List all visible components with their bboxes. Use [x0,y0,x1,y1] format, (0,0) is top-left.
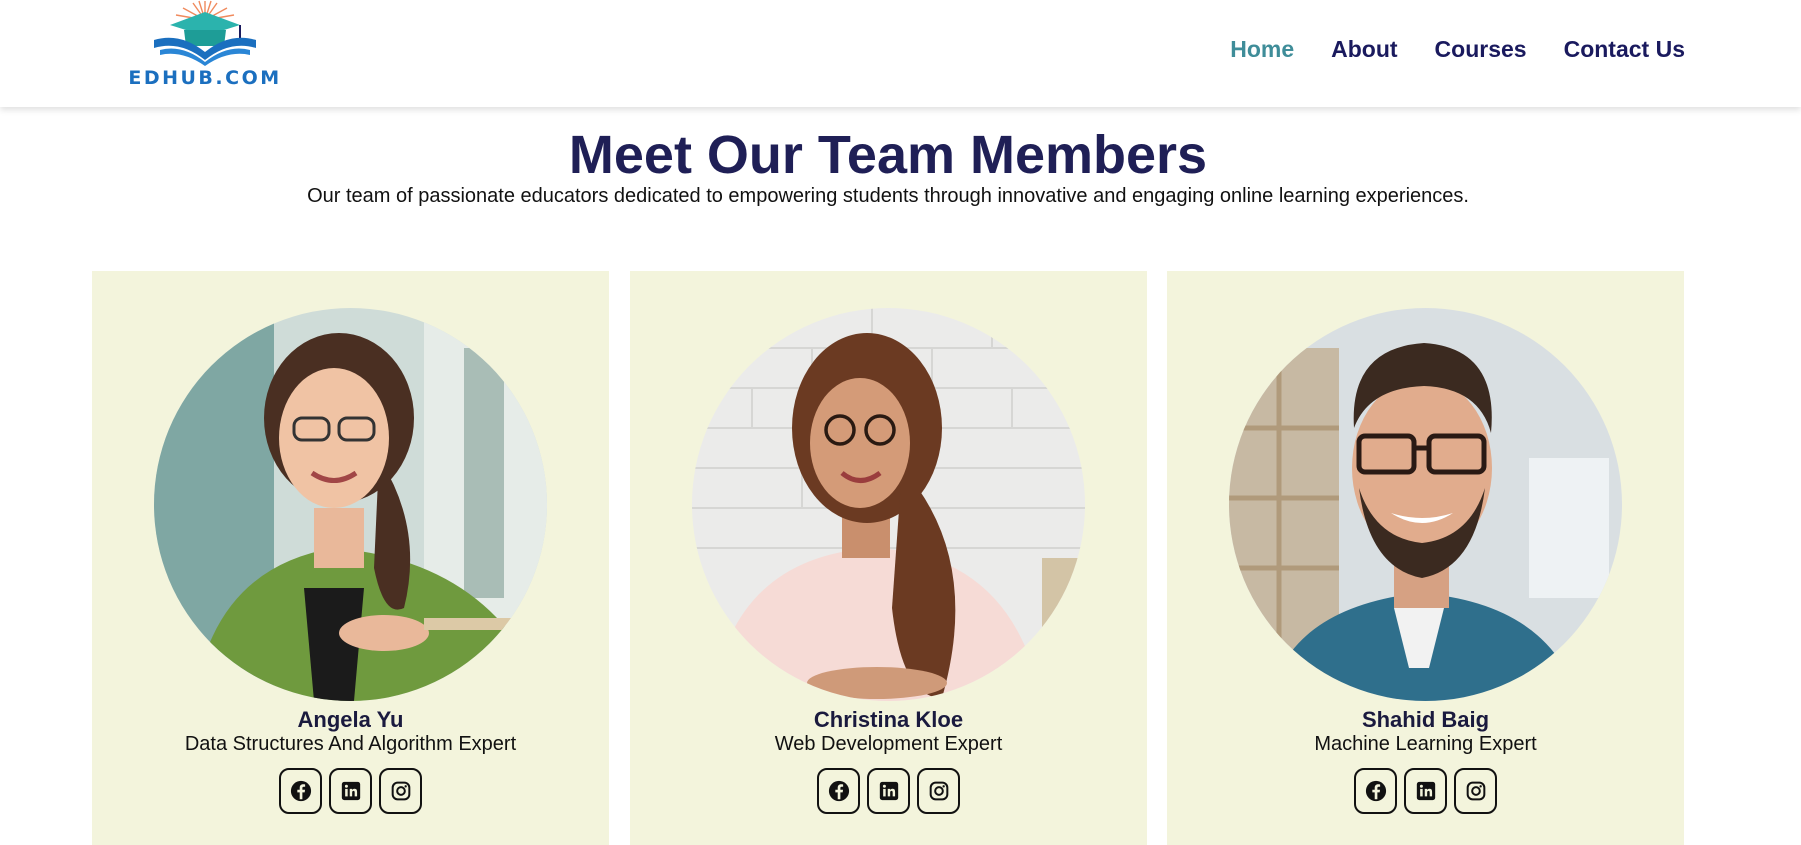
facebook-icon [828,780,849,802]
linkedin-icon [879,781,898,801]
member-photo [692,308,1085,701]
instagram-link[interactable] [379,768,422,814]
nav-courses[interactable]: Courses [1435,36,1527,63]
instagram-link[interactable] [917,768,960,814]
facebook-link[interactable] [1354,768,1397,814]
team-card-christina-kloe: Christina Kloe Web Development Expert [630,271,1147,845]
member-name: Angela Yu [297,707,404,732]
member-name: Christina Kloe [813,707,964,732]
facebook-icon [290,780,311,802]
linkedin-icon [341,781,360,801]
instagram-link[interactable] [1454,768,1497,814]
linkedin-link[interactable] [867,768,910,814]
navbar: EDHUB.COM Home About Courses Contact Us [0,0,1801,107]
team-card-shahid-baig: Shahid Baig Machine Learning Expert [1167,271,1684,845]
social-links [1167,768,1684,814]
main-nav: Home About Courses Contact Us [1230,36,1685,63]
facebook-icon [1365,780,1386,802]
linkedin-icon [1416,781,1435,801]
facebook-link[interactable] [279,768,322,814]
site-logo[interactable]: EDHUB.COM [124,0,286,92]
member-role: Web Development Expert [774,733,1003,755]
nav-contact-us[interactable]: Contact Us [1564,36,1685,63]
linkedin-link[interactable] [329,768,372,814]
member-photo [1229,308,1622,701]
nav-about[interactable]: About [1331,36,1397,63]
instagram-icon [929,781,948,801]
facebook-link[interactable] [817,768,860,814]
social-links [92,768,609,814]
page-title: Meet Our Team Members [568,125,1208,185]
instagram-icon [391,781,410,801]
instagram-icon [1466,781,1485,801]
member-photo [154,308,547,701]
page-subtitle: Our team of passionate educators dedicat… [307,185,1469,207]
member-role: Data Structures And Algorithm Expert [184,733,517,755]
graduation-cap-book-icon [154,0,256,66]
logo-text: EDHUB.COM [128,67,282,89]
member-name: Shahid Baig [1361,707,1490,732]
linkedin-link[interactable] [1404,768,1447,814]
social-links [630,768,1147,814]
nav-home[interactable]: Home [1230,36,1294,63]
member-role: Machine Learning Expert [1314,733,1537,755]
team-card-angela-yu: Angela Yu Data Structures And Algorithm … [92,271,609,845]
